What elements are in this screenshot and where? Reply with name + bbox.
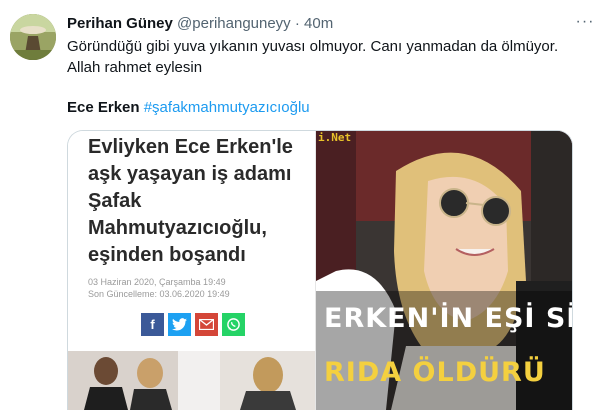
tweet-text-line: Allah rahmet eylesin: [67, 59, 203, 76]
more-options-button[interactable]: ···: [575, 13, 595, 33]
tweet-header: Perihan Güney @perihanguneyy · 40m: [67, 14, 333, 34]
article-updated: Son Güncelleme: 03.06.2020 19:49: [88, 289, 230, 299]
article-date: 03 Haziran 2020, Çarşamba 19:49: [88, 277, 226, 287]
facebook-icon: f: [141, 313, 164, 336]
article-headline-line: aşk yaşayan iş adamı: [88, 163, 292, 185]
more-horizontal-icon: ···: [575, 13, 595, 30]
display-name[interactable]: Perihan Güney: [67, 15, 173, 32]
tweet[interactable]: Perihan Güney @perihanguneyy · 40m ··· G…: [0, 0, 600, 410]
whatsapp-icon: [222, 313, 245, 336]
timestamp[interactable]: 40m: [304, 15, 333, 32]
media-image-photo[interactable]: i.Net ERKEN'İN EŞİ Sİ RIDA ÖLDÜRÜ: [316, 131, 572, 410]
avatar[interactable]: [10, 14, 56, 60]
user-handle[interactable]: @perihanguneyy: [177, 15, 291, 32]
mention-text: Ece Erken: [67, 99, 140, 116]
media-image-article[interactable]: Evliyken Ece Erken'le aşk yaşayan iş ada…: [68, 131, 316, 410]
article-headline-line: Şafak: [88, 190, 142, 212]
article-headline-line: Mahmutyazıcıoğlu,: [88, 217, 267, 239]
avatar-photo: [10, 14, 56, 60]
photo-banner-line: RIDA ÖLDÜRÜ: [324, 357, 546, 388]
article-headline-line: Evliyken Ece Erken'le: [88, 136, 293, 158]
photo-watermark: i.Net: [318, 131, 352, 144]
tweet-text-line: Göründüğü gibi yuva yıkanın yuvası olmuy…: [67, 38, 559, 55]
tweet-tags-line: Ece Erken #şafakmahmutyazıcıoğlu: [67, 98, 310, 118]
separator: ·: [294, 15, 300, 32]
twitter-icon: [168, 313, 191, 336]
hashtag-link[interactable]: #şafakmahmutyazıcıoğlu: [144, 99, 310, 116]
article-headline-line: eşinden boşandı: [88, 244, 246, 266]
email-icon: [195, 313, 218, 336]
article-photo-strip: [68, 351, 315, 410]
photo-banner-line: ERKEN'İN EŞİ Sİ: [324, 303, 572, 334]
tweet-media[interactable]: Evliyken Ece Erken'le aşk yaşayan iş ada…: [67, 130, 573, 410]
